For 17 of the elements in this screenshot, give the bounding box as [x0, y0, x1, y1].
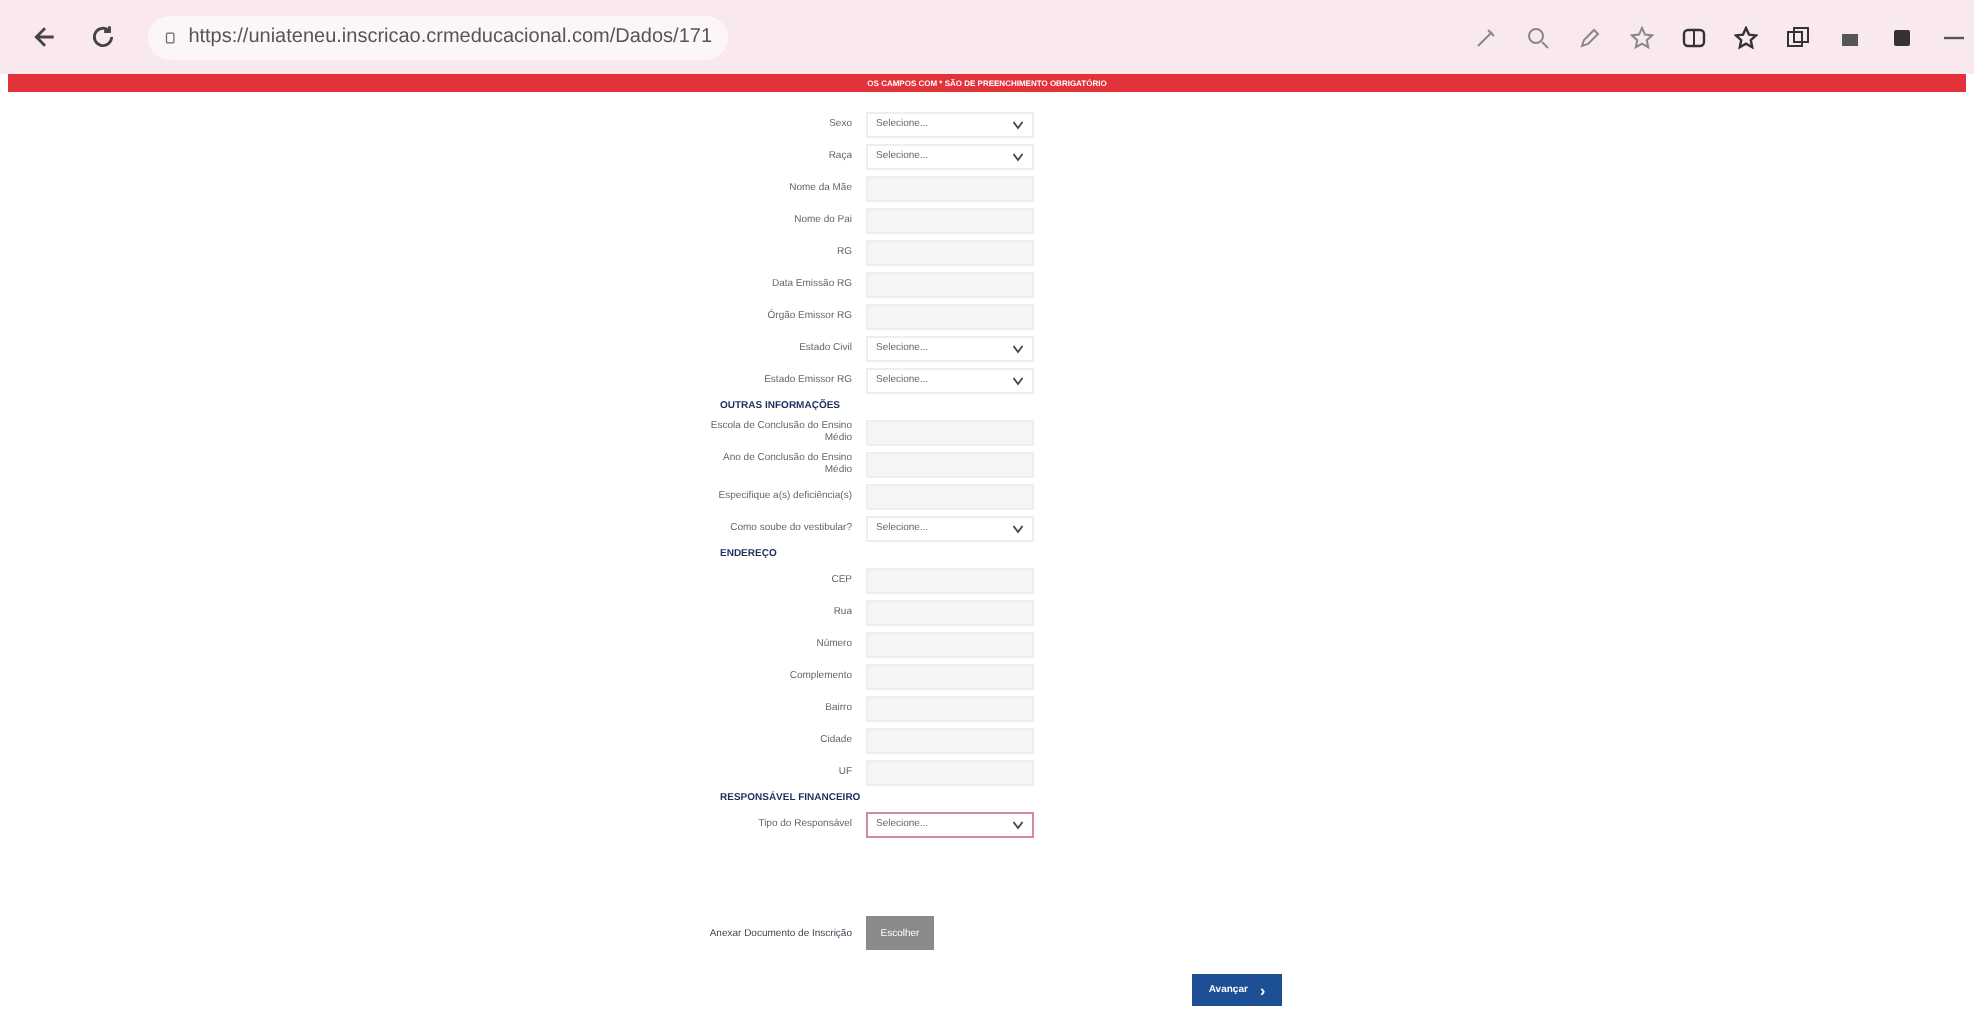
- caret-icon: [1012, 523, 1024, 533]
- caret-icon: [1012, 819, 1024, 829]
- back-icon[interactable]: [32, 24, 58, 50]
- favorites-icon[interactable]: [1734, 25, 1758, 49]
- collections-icon[interactable]: [1786, 25, 1810, 49]
- address-bar[interactable]: https://uniateneu.inscricao.crmeducacional.com/Dados/171: [148, 15, 728, 59]
- caret-icon: [1012, 151, 1024, 161]
- caret-icon: [1012, 375, 1024, 385]
- split-screen-icon[interactable]: [1682, 25, 1706, 49]
- url-text: https://uniateneu.inscricao.crmeducacional.com/Dados/171: [188, 26, 712, 48]
- caret-icon: [1012, 119, 1024, 129]
- caret-icon: [1012, 343, 1024, 353]
- star-icon[interactable]: [1630, 25, 1654, 49]
- pen-icon[interactable]: [1578, 25, 1602, 49]
- zoom-icon[interactable]: [1526, 25, 1550, 49]
- chevron-icon: ›: [1259, 981, 1266, 999]
- refresh-icon[interactable]: [90, 24, 116, 50]
